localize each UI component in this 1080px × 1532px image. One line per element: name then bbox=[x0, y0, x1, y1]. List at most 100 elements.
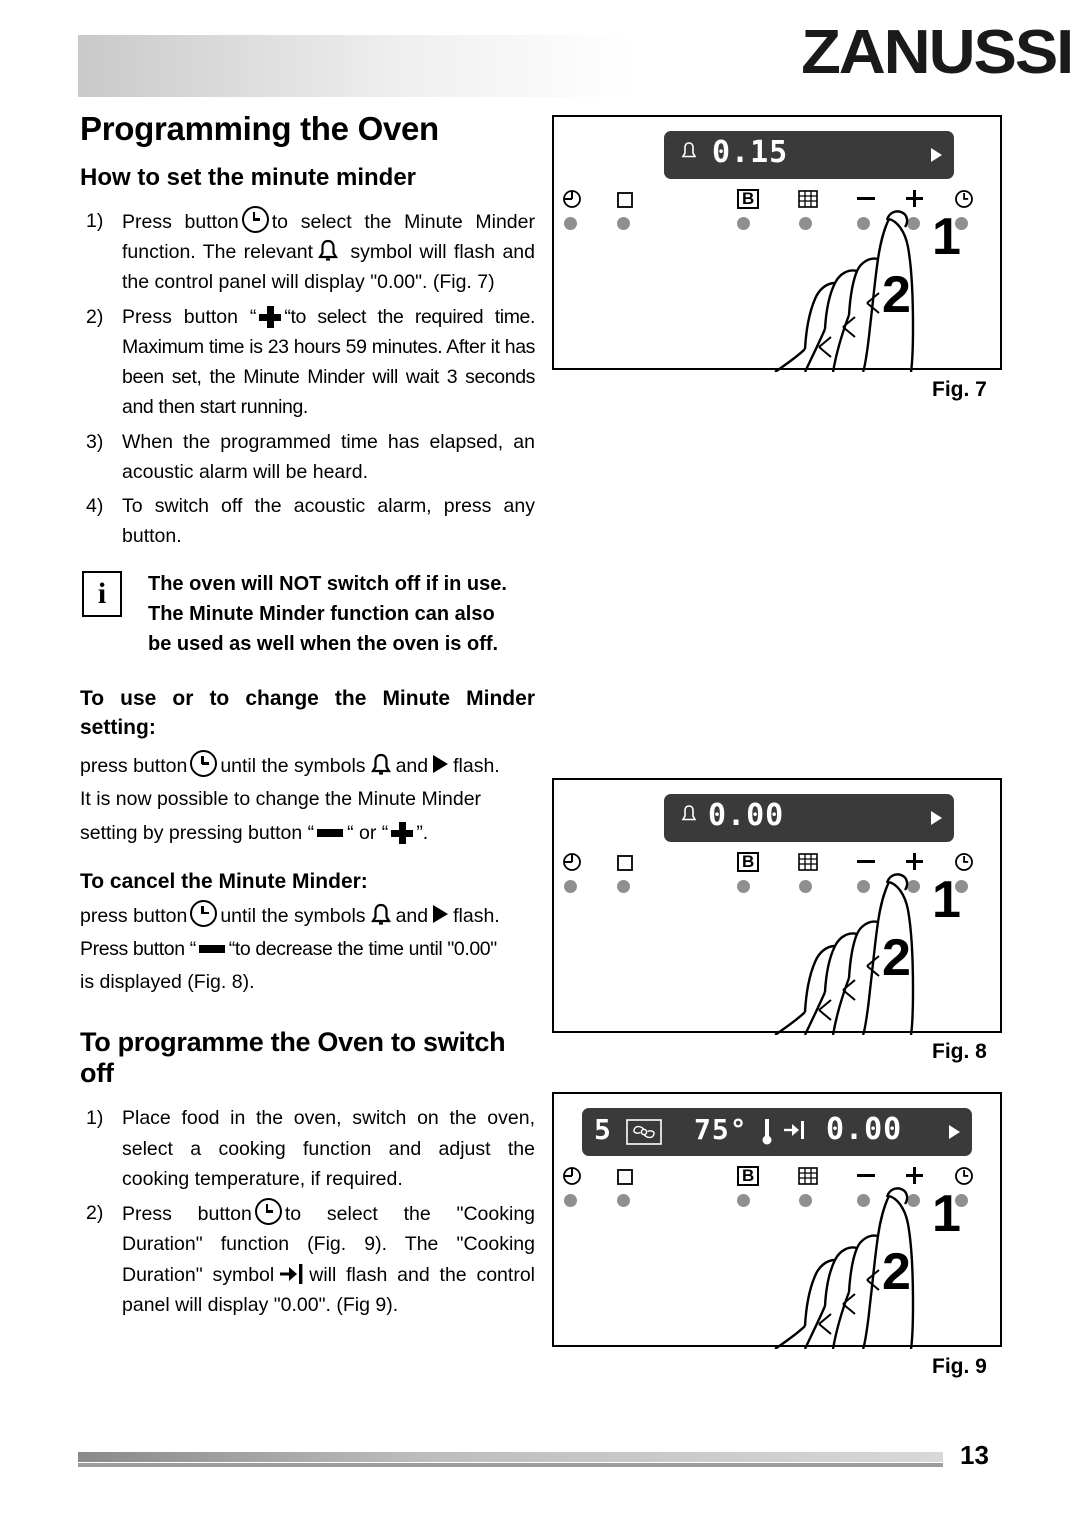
steps-list-minute-minder: 1) Press button to select the Minute Mind… bbox=[80, 206, 535, 551]
bell-icon bbox=[680, 804, 698, 824]
section-heading-programme-switch-off: To programme the Oven to switch off bbox=[80, 1027, 506, 1089]
b-icon: B bbox=[737, 852, 760, 872]
step-text-a: Press button “ bbox=[122, 305, 257, 328]
page-number: 13 bbox=[960, 1440, 989, 1470]
step-number: 2) bbox=[86, 305, 104, 328]
hand-illustration bbox=[774, 210, 915, 372]
section-heading-minute-minder: How to set the minute minder bbox=[80, 164, 417, 191]
hand-illustration bbox=[774, 873, 915, 1035]
fig7-button-dot bbox=[617, 217, 630, 230]
fig8-button-dot bbox=[617, 880, 630, 893]
thermometer-icon bbox=[762, 1119, 772, 1145]
paragraph-use-change-3: setting by pressing button “ “ or “ ”. bbox=[80, 818, 535, 848]
plus-icon bbox=[259, 305, 282, 328]
triangle-right-icon bbox=[949, 1125, 960, 1139]
text-column: Programming the Oven How to set the minu… bbox=[80, 110, 535, 1324]
hand-label-1: 1 bbox=[932, 1185, 961, 1243]
figure-7-caption: Fig. 7 bbox=[932, 378, 987, 401]
clock-icon bbox=[254, 1198, 282, 1226]
figure-8: 0.00 B 1 2 bbox=[552, 778, 1002, 1035]
step-text: To switch off the acoustic alarm, press … bbox=[122, 494, 535, 548]
heading-line-2: setting: bbox=[80, 715, 156, 739]
hand-label-1: 1 bbox=[932, 208, 961, 266]
list-item: 1) Press button to select the Minute Mind… bbox=[80, 206, 535, 298]
hand-label-2: 2 bbox=[882, 266, 911, 324]
duration-icon bbox=[278, 1261, 305, 1287]
text-b: until the symbols bbox=[220, 904, 366, 927]
square-icon bbox=[617, 1169, 633, 1185]
paragraph-use-change-1: press button until the symbols and flash. bbox=[80, 750, 535, 781]
hand-illustration bbox=[774, 1187, 915, 1349]
clock-icon bbox=[955, 853, 973, 871]
steps-list-programme: 1) Place food in the oven, switch on the… bbox=[80, 1103, 535, 1320]
plus-icon bbox=[906, 1167, 923, 1184]
plus-icon bbox=[391, 821, 414, 844]
note-line-2: The Minute Minder function can also bbox=[148, 603, 495, 626]
b-icon: B bbox=[737, 1166, 760, 1186]
figure-9: 5 75° 0.00 B 1 2 bbox=[552, 1092, 1002, 1349]
text-a: Press button “ bbox=[80, 937, 196, 960]
bell-icon bbox=[316, 239, 340, 263]
text-c: and bbox=[395, 755, 429, 778]
triangle-right-icon bbox=[433, 904, 449, 923]
clock-icon bbox=[190, 750, 218, 778]
bell-icon bbox=[369, 753, 393, 777]
text-b: “to decrease the time until "0.00" bbox=[228, 937, 497, 960]
step-text: When the programmed time has elapsed, an… bbox=[122, 430, 535, 483]
grid-icon bbox=[798, 853, 818, 871]
minus-icon bbox=[857, 197, 875, 200]
hand-label-2: 2 bbox=[882, 929, 911, 987]
fig7-display-value: 0.15 bbox=[712, 135, 789, 170]
fan-icon bbox=[626, 1119, 662, 1145]
note-line-1: The oven will NOT switch off if in use. bbox=[148, 573, 507, 596]
page-title: Programming the Oven bbox=[80, 110, 439, 147]
list-item: 3) When the programmed time has elapsed,… bbox=[80, 427, 535, 487]
text-b: “ or “ bbox=[347, 821, 389, 844]
document-page: ZANUSSI Programming the Oven How to set … bbox=[0, 0, 1080, 1532]
footer-rule bbox=[78, 1452, 943, 1462]
step-number: 1) bbox=[86, 1107, 104, 1130]
text-c: ”. bbox=[416, 821, 429, 844]
info-icon: i bbox=[82, 571, 122, 618]
text-d: flash. bbox=[453, 755, 500, 778]
section-heading-cancel: To cancel the Minute Minder: bbox=[80, 869, 368, 893]
list-item: 1) Place food in the oven, switch on the… bbox=[80, 1103, 535, 1194]
duration-icon bbox=[784, 1121, 804, 1139]
note-line-3: be used as well when the oven is off. bbox=[148, 633, 499, 656]
list-item: 2) Press button to select the "Cooking Du… bbox=[80, 1198, 535, 1320]
triangle-right-icon bbox=[931, 811, 942, 825]
text-b: until the symbols bbox=[220, 755, 366, 778]
list-item: 4) To switch off the acoustic alarm, pre… bbox=[80, 491, 535, 551]
figure-7: 0.15 B 1 2 bbox=[552, 115, 1002, 372]
triangle-right-icon bbox=[931, 148, 942, 162]
fig9-display-temp: 75° bbox=[694, 1113, 748, 1146]
minus-icon bbox=[317, 828, 344, 837]
text-d: flash. bbox=[453, 904, 500, 927]
step-text: Place food in the oven, switch on the ov… bbox=[122, 1107, 535, 1190]
text-a: setting by pressing button “ bbox=[80, 821, 315, 844]
power-icon bbox=[563, 190, 581, 208]
step-text-a: Press button bbox=[122, 211, 239, 233]
bell-icon bbox=[369, 903, 393, 927]
clock-icon bbox=[955, 1167, 973, 1185]
square-icon bbox=[617, 855, 633, 871]
fig7-display: 0.15 bbox=[664, 131, 954, 179]
paragraph-cancel-3: is displayed (Fig. 8). bbox=[80, 971, 255, 994]
fig9-display-value: 0.00 bbox=[826, 1112, 903, 1147]
fig8-button-symbols: B bbox=[554, 852, 1000, 872]
step-number: 1) bbox=[86, 210, 104, 232]
fig8-display-value: 0.00 bbox=[708, 798, 785, 833]
b-icon: B bbox=[737, 189, 760, 209]
fig9-button-dot bbox=[617, 1194, 630, 1207]
list-item: 2) Press button ““to select the required… bbox=[80, 302, 535, 423]
clock-icon bbox=[241, 206, 269, 233]
minus-icon bbox=[857, 1174, 875, 1177]
figure-9-caption: Fig. 9 bbox=[932, 1355, 987, 1378]
paragraph-use-change-2: It is now possible to change the Minute … bbox=[80, 788, 482, 811]
clock-icon bbox=[955, 190, 973, 208]
fig9-display: 5 75° 0.00 bbox=[582, 1108, 972, 1156]
paragraph-cancel-2: Press button “ “to decrease the time unti… bbox=[80, 934, 535, 964]
fig8-display: 0.00 bbox=[664, 794, 954, 842]
square-icon bbox=[617, 192, 633, 208]
minus-icon bbox=[198, 944, 225, 953]
